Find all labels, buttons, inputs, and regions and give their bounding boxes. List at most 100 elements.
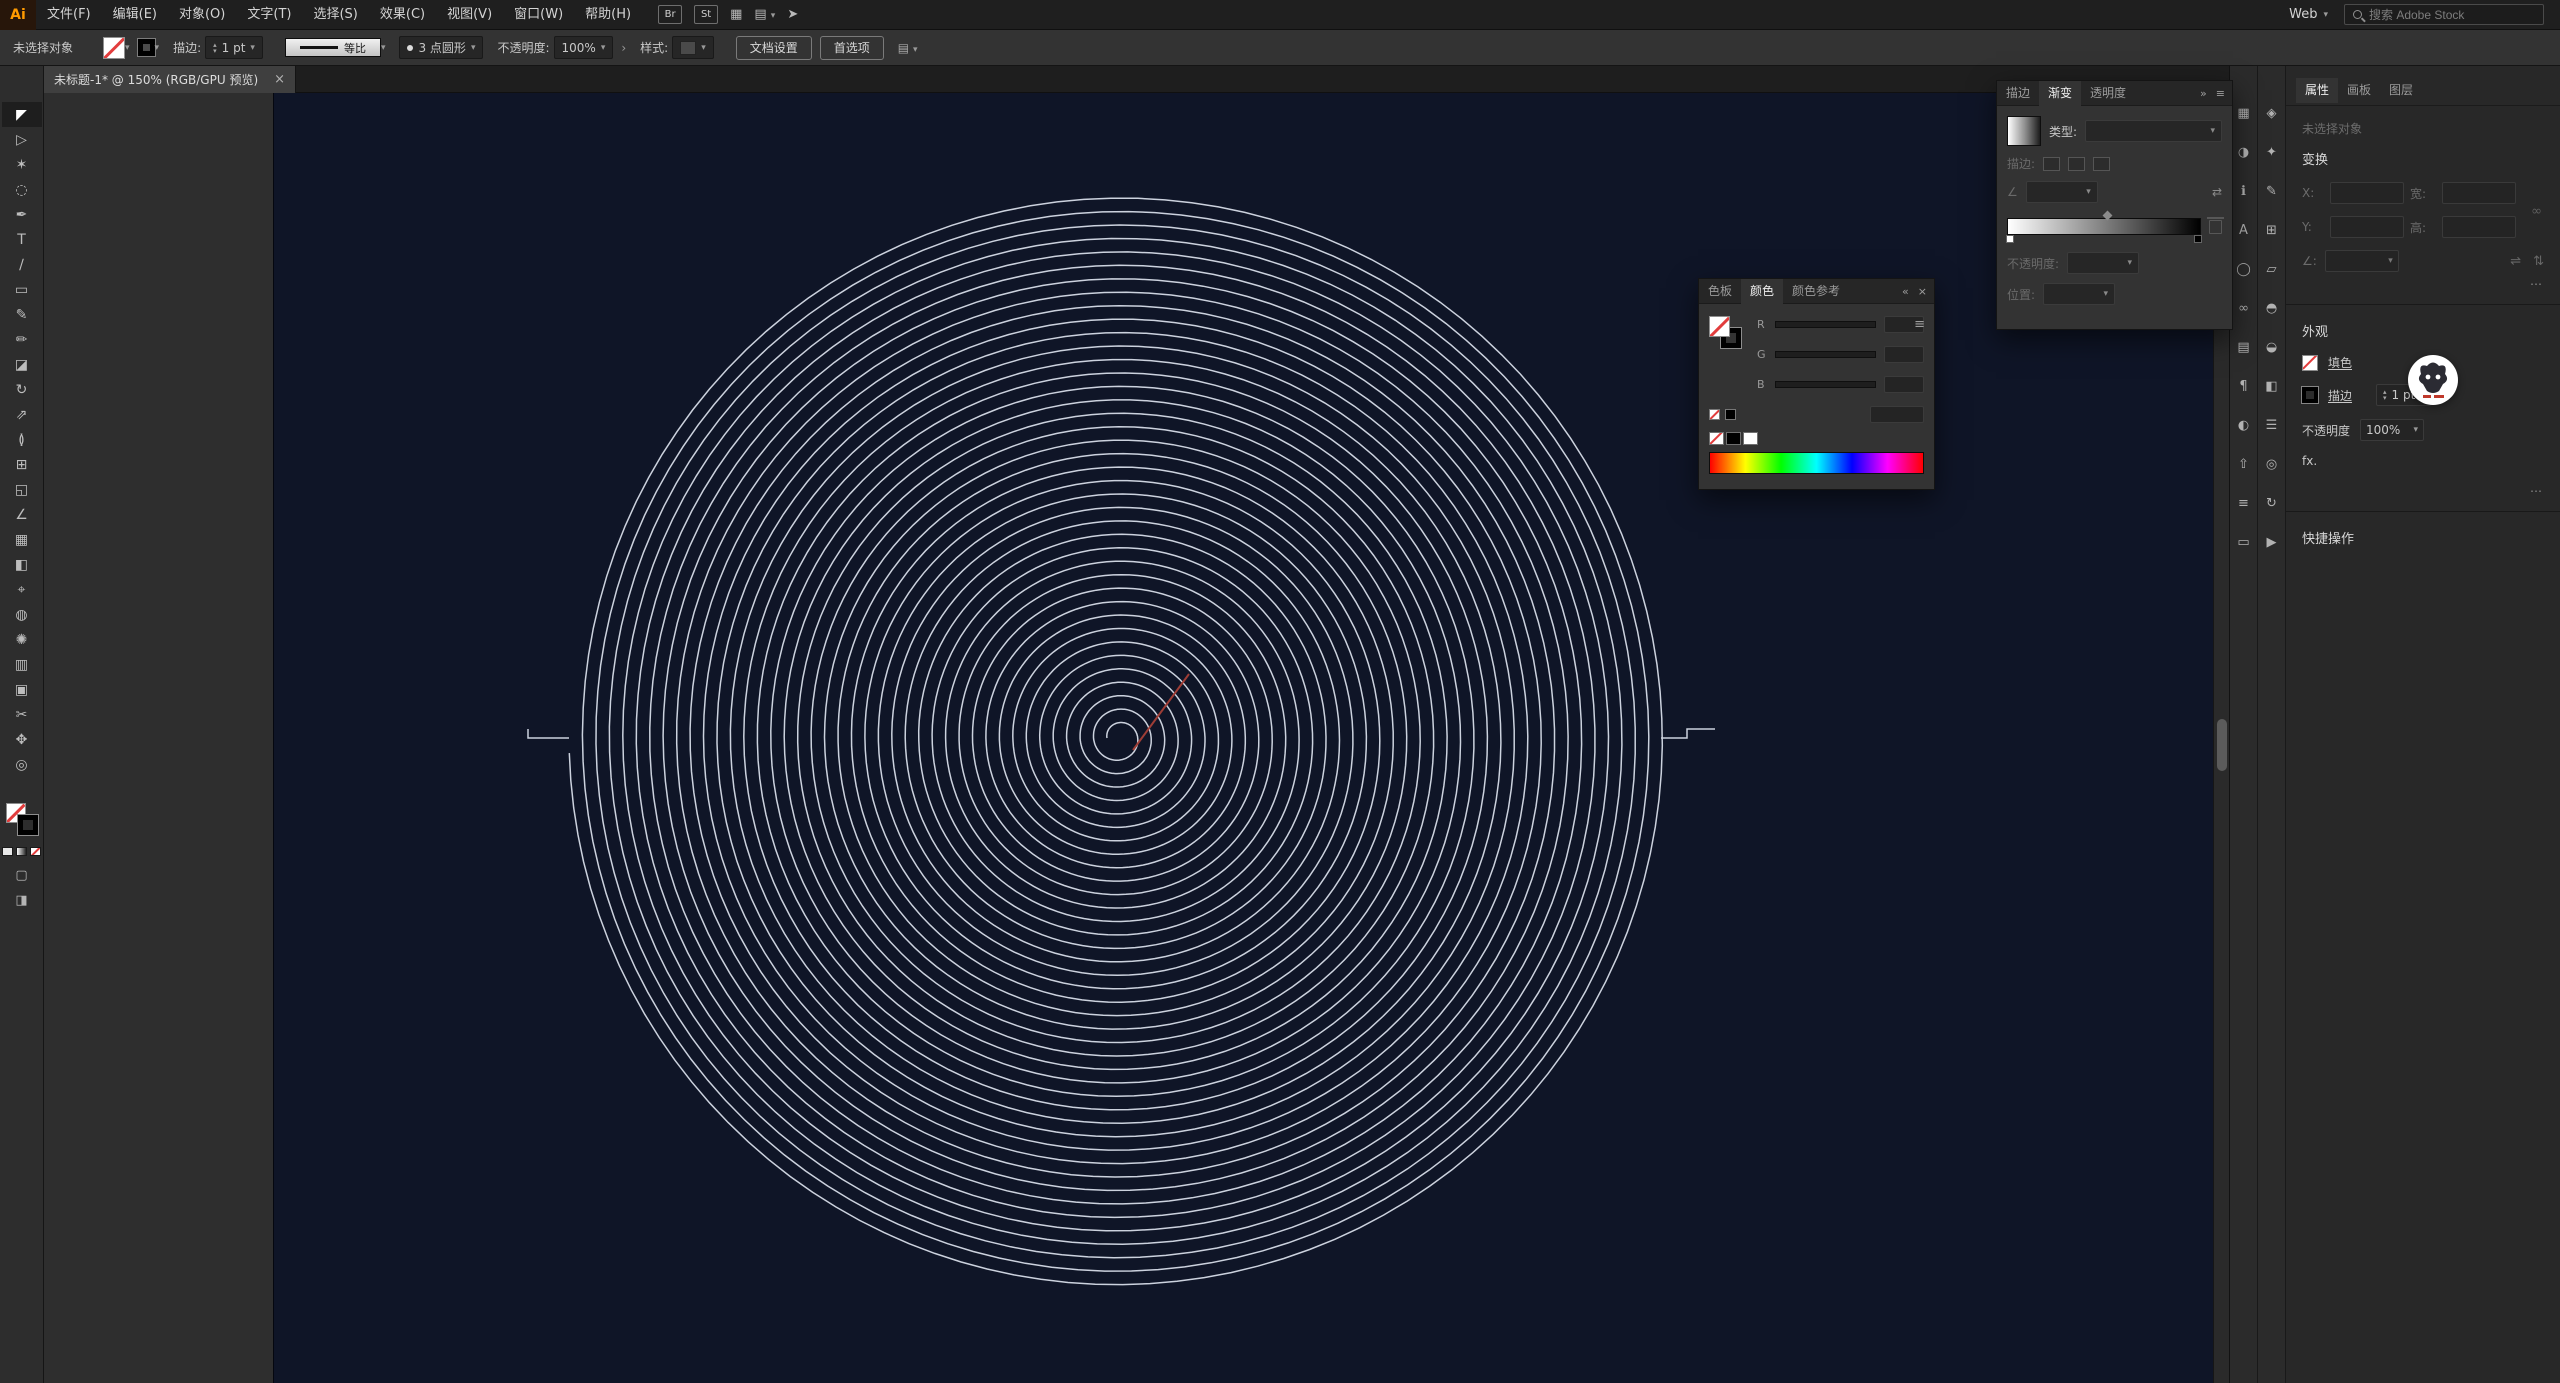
gradient-stop-white[interactable] — [2006, 235, 2014, 243]
gradient-midpoint-handle[interactable] — [2103, 211, 2113, 221]
dock-icon-info[interactable]: ℹ — [2231, 180, 2257, 202]
rotate-tool[interactable]: ↻ — [2, 377, 42, 402]
gradient-type-dropdown[interactable]: ▾ — [2085, 120, 2222, 142]
channel-slider[interactable] — [1775, 381, 1876, 388]
line-segment-tool[interactable]: ∕ — [2, 252, 42, 277]
blend-tool[interactable]: ◍ — [2, 602, 42, 627]
brush-definition-dropdown[interactable]: 3 点圆形 ▾ — [399, 36, 483, 59]
document-tab[interactable]: 未标题-1* @ 150% (RGB/GPU 预览) × — [44, 66, 296, 93]
dock-icon-actions[interactable]: ▶ — [2259, 531, 2285, 553]
hand-tool[interactable]: ✥ — [2, 727, 42, 752]
fill-color-swatch[interactable] — [103, 37, 125, 59]
dock-icon-libraries[interactable]: ◈ — [2259, 102, 2285, 124]
width-field[interactable] — [2442, 182, 2516, 204]
opacity-link[interactable]: 不透明度 — [2302, 422, 2350, 439]
panel-toggle-icon[interactable]: ▤ ▾ — [898, 41, 918, 55]
menu-window[interactable]: 窗口(W) — [503, 0, 574, 29]
dock-icon-links[interactable]: ∞ — [2231, 297, 2257, 319]
y-field[interactable] — [2330, 216, 2404, 238]
gradient-stop-black[interactable] — [2194, 235, 2202, 243]
stroke-swatch[interactable] — [2302, 387, 2318, 403]
delete-stop-icon[interactable] — [2209, 220, 2222, 234]
style-dropdown[interactable]: ▾ — [672, 36, 714, 59]
color-button[interactable] — [2, 847, 13, 856]
dock-icon-transform[interactable]: ⊞ — [2259, 219, 2285, 241]
fill-stroke-indicator[interactable] — [6, 803, 38, 835]
document-setup-button[interactable]: 文档设置 — [736, 36, 812, 60]
menu-select[interactable]: 选择(S) — [302, 0, 368, 29]
fill-link[interactable]: 填色 — [2328, 354, 2352, 371]
flip-vertical-icon[interactable]: ⇅ — [2533, 254, 2544, 269]
black-mini-swatch[interactable] — [1725, 409, 1736, 420]
dock-icon-gradient[interactable]: ◧ — [2259, 375, 2285, 397]
free-transform-tool[interactable]: ⊞ — [2, 452, 42, 477]
channel-value-field[interactable] — [1884, 346, 1924, 363]
zoom-tool[interactable]: ◎ — [2, 752, 42, 777]
fill-stroke-indicator[interactable] — [1709, 316, 1741, 348]
dock-icon-swatches[interactable]: ▦ — [2231, 102, 2257, 124]
chevron-right-icon[interactable]: › — [621, 41, 626, 55]
stop-opacity-dropdown[interactable]: ▾ — [2067, 252, 2139, 274]
dock-icon-symbols[interactable]: ✦ — [2259, 141, 2285, 163]
opacity-dropdown[interactable]: 100% ▾ — [2360, 419, 2424, 441]
stroke-weight-stepper[interactable]: ▴▾ 1 pt ▾ — [205, 36, 263, 59]
lasso-tool[interactable]: ◌ — [2, 177, 42, 202]
dock-icon-appearance[interactable]: ◐ — [2231, 414, 2257, 436]
collapse-panel-icon[interactable]: » — [2200, 87, 2207, 100]
x-field[interactable] — [2330, 182, 2404, 204]
close-icon[interactable]: × — [1918, 285, 1927, 298]
stroke-gradient-across-icon[interactable] — [2093, 157, 2110, 171]
stroke-color-swatch[interactable] — [138, 39, 155, 56]
dock-icon-color-guide[interactable]: ◑ — [2231, 141, 2257, 163]
stop-location-dropdown[interactable]: ▾ — [2043, 283, 2115, 305]
rotate-dropdown[interactable]: ▾ — [2325, 250, 2399, 272]
dock-icon-navigator[interactable]: ◎ — [2259, 453, 2285, 475]
menu-effect[interactable]: 效果(C) — [369, 0, 436, 29]
link-dimensions-icon[interactable]: ∞ — [2531, 204, 2542, 219]
chevron-down-icon[interactable]: ▾ — [250, 43, 255, 53]
dock-icon-history[interactable]: ↻ — [2259, 492, 2285, 514]
tab-layers[interactable]: 图层 — [2380, 78, 2422, 103]
channel-slider[interactable] — [1775, 351, 1876, 358]
screen-mode-icon[interactable]: ◨ — [15, 893, 27, 908]
share-icon[interactable]: ➤ — [787, 7, 798, 22]
illustrator-logo[interactable]: Ai — [0, 0, 36, 30]
scrollbar-thumb[interactable] — [2217, 719, 2227, 771]
dock-icon-character[interactable]: A — [2231, 219, 2257, 241]
dock-icon-graphic-styles[interactable]: ▤ — [2231, 336, 2257, 358]
stepper-arrows-icon[interactable]: ▴▾ — [2383, 389, 2387, 401]
color-panel-tab-swatches[interactable]: 色板 — [1699, 279, 1741, 304]
bridge-icon[interactable]: Br — [658, 5, 682, 24]
tab-properties[interactable]: 属性 — [2296, 78, 2338, 103]
chevron-down-icon[interactable]: ▾ — [381, 43, 386, 53]
menu-type[interactable]: 文字(T) — [236, 0, 302, 29]
selection-tool[interactable]: ◤ — [2, 102, 42, 127]
column-graph-tool[interactable]: ▥ — [2, 652, 42, 677]
eyedropper-tool[interactable]: ⌖ — [2, 577, 42, 602]
shape-builder-tool[interactable]: ◱ — [2, 477, 42, 502]
stroke-link[interactable]: 描边 — [2328, 387, 2352, 404]
height-field[interactable] — [2442, 216, 2516, 238]
paintbrush-tool[interactable]: ✎ — [2, 302, 42, 327]
menu-object[interactable]: 对象(O) — [168, 0, 236, 29]
arrange-documents-icon[interactable]: ▤ ▾ — [754, 7, 775, 22]
dock-icon-paragraph[interactable]: ¶ — [2231, 375, 2257, 397]
panel-menu-icon[interactable]: ≡ — [2216, 87, 2225, 100]
color-panel-tab-color-guide[interactable]: 颜色参考 — [1783, 279, 1849, 304]
draw-mode-icon[interactable]: ▢ — [15, 868, 27, 883]
tab-artboards[interactable]: 画板 — [2338, 78, 2380, 103]
none-button[interactable] — [30, 847, 41, 856]
pencil-tool[interactable]: ✏ — [2, 327, 42, 352]
dock-icon-pathfinder[interactable]: ◓ — [2259, 297, 2285, 319]
gradient-button[interactable] — [16, 847, 27, 856]
preferences-button[interactable]: 首选项 — [820, 36, 884, 60]
workspace-switcher[interactable]: Web ▾ — [2289, 7, 2328, 22]
width-profile-dropdown[interactable]: 等比 — [285, 38, 381, 57]
dock-icon-align[interactable]: ▱ — [2259, 258, 2285, 280]
menu-edit[interactable]: 编辑(E) — [102, 0, 168, 29]
rectangle-tool[interactable]: ▭ — [2, 277, 42, 302]
none-mini-swatch[interactable] — [1709, 409, 1720, 420]
menu-view[interactable]: 视图(V) — [436, 0, 503, 29]
gradient-angle-dropdown[interactable]: ▾ — [2026, 181, 2098, 203]
stroke-swatch[interactable] — [18, 815, 38, 835]
